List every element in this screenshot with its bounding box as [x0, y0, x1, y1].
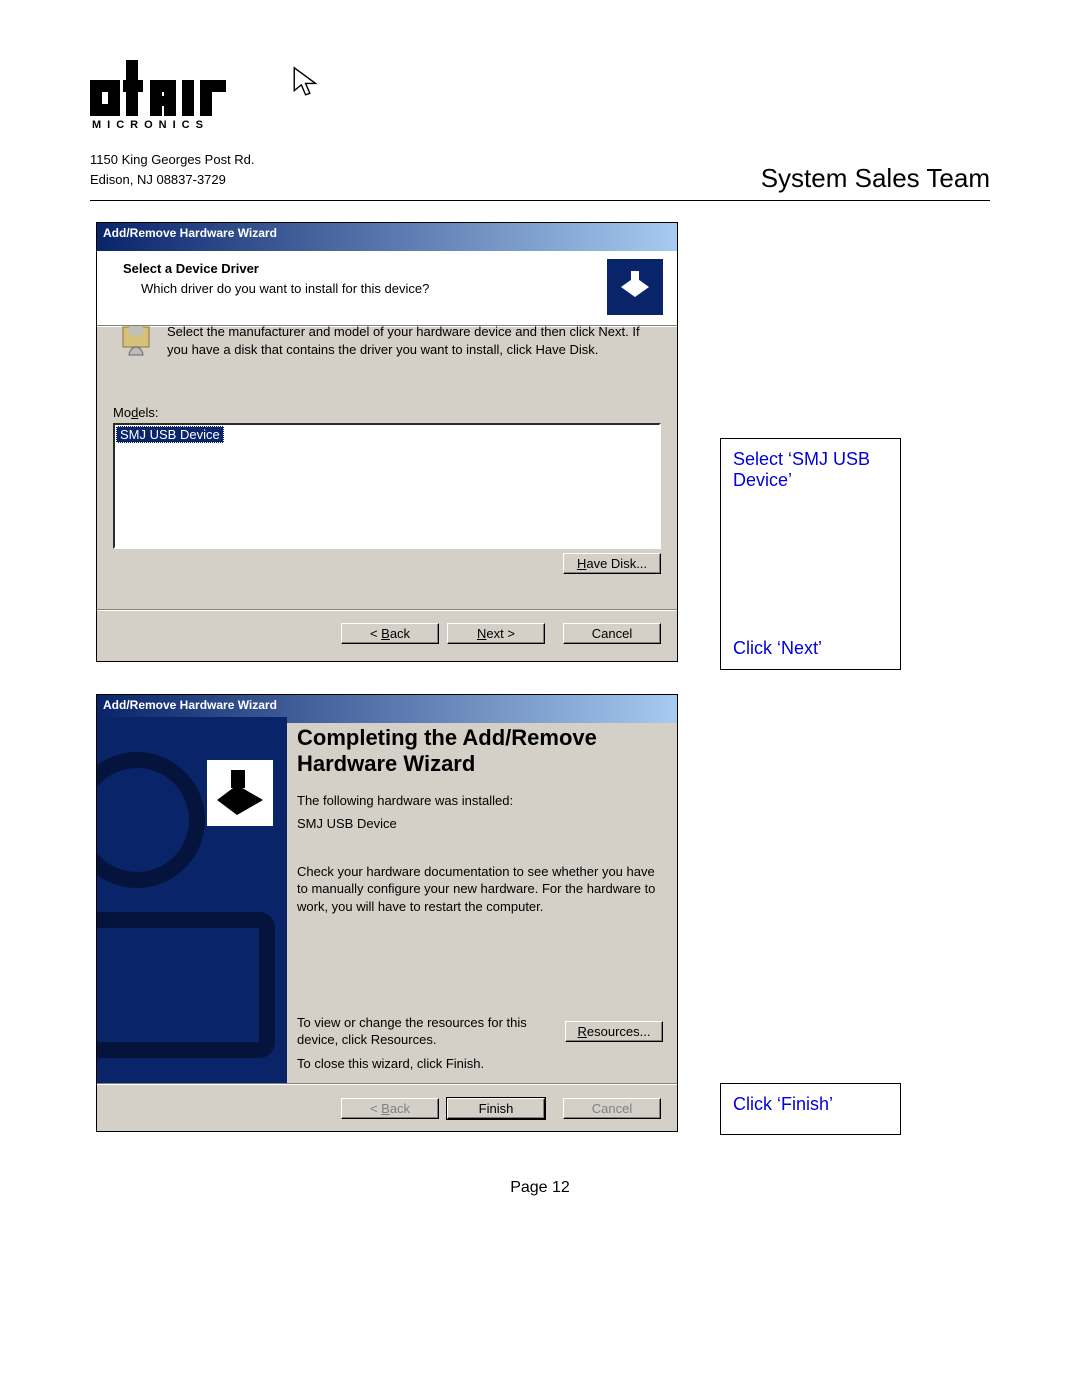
- diskette-icon: [119, 323, 153, 357]
- dialog-titlebar: Add/Remove Hardware Wizard: [97, 223, 677, 251]
- finish-button[interactable]: Finish: [447, 1098, 545, 1119]
- installed-device: SMJ USB Device: [297, 815, 663, 833]
- wizard-content: Completing the Add/Remove Hardware Wizar…: [297, 725, 663, 1083]
- department-title: System Sales Team: [761, 163, 990, 194]
- models-label: Models:: [113, 405, 159, 420]
- installed-label: The following hardware was installed:: [297, 792, 663, 810]
- resources-button[interactable]: Resources...: [565, 1021, 663, 1042]
- page-number: Page 12: [510, 1179, 570, 1196]
- annotation-callout-2: Click ‘Finish’: [720, 1083, 901, 1135]
- wizard-dialog-select-driver: Add/Remove Hardware Wizard Select a Devi…: [96, 222, 678, 662]
- brand-wordmark: MICRONICS: [90, 50, 290, 132]
- wizard-dialog-completing: Add/Remove Hardware Wizard Completing th…: [96, 694, 678, 1132]
- back-button[interactable]: < Back: [341, 1098, 439, 1119]
- have-disk-button[interactable]: Have Disk...: [563, 553, 661, 574]
- document-page: MICRONICS 1150 King Georges Post Rd. Edi…: [0, 0, 1080, 1397]
- models-listbox[interactable]: SMJ USB Device: [113, 423, 661, 549]
- address-line-1: 1150 King Georges Post Rd.: [90, 150, 255, 170]
- brand-logo: MICRONICS: [90, 50, 290, 132]
- page-header: MICRONICS 1150 King Georges Post Rd. Edi…: [90, 50, 990, 201]
- close-wizard-text: To close this wizard, click Finish.: [297, 1055, 484, 1073]
- page-footer: Page 12: [0, 1179, 1080, 1197]
- dialog-button-row: < Back Next > Cancel: [341, 623, 661, 644]
- company-address: 1150 King Georges Post Rd. Edison, NJ 08…: [90, 150, 255, 189]
- separator: [97, 609, 677, 611]
- back-button[interactable]: < Back: [341, 623, 439, 644]
- panel-title: Select a Device Driver: [123, 261, 259, 276]
- instruction-body: Select the manufacturer and model of you…: [167, 324, 640, 357]
- panel-subtitle: Which driver do you want to install for …: [141, 281, 429, 296]
- callout-line: Select ‘SMJ USB: [733, 449, 888, 470]
- completing-heading: Completing the Add/Remove Hardware Wizar…: [297, 725, 663, 778]
- annotation-callout-1: Select ‘SMJ USB Device’ Click ‘Next’: [720, 438, 901, 670]
- address-line-2: Edison, NJ 08837-3729: [90, 170, 255, 190]
- cursor-arrow-icon: [290, 65, 324, 107]
- resources-text: To view or change the resources for this…: [297, 1014, 553, 1049]
- cancel-button[interactable]: Cancel: [563, 1098, 661, 1119]
- next-button[interactable]: Next >: [447, 623, 545, 644]
- separator: [97, 1083, 677, 1085]
- dialog-header-panel: Select a Device Driver Which driver do y…: [97, 251, 677, 326]
- have-disk-button-wrap: Have Disk...: [563, 553, 661, 574]
- hardware-icon: [607, 259, 663, 315]
- instruction-text: Select the manufacturer and model of you…: [167, 323, 657, 358]
- svg-text:MICRONICS: MICRONICS: [92, 119, 209, 130]
- check-hardware-text: Check your hardware documentation to see…: [297, 863, 663, 916]
- cancel-button[interactable]: Cancel: [563, 623, 661, 644]
- list-item[interactable]: SMJ USB Device: [116, 426, 224, 443]
- callout-line: Click ‘Finish’: [733, 1094, 888, 1115]
- callout-line: Click ‘Next’: [733, 638, 822, 659]
- resources-row: To view or change the resources for this…: [297, 1014, 663, 1049]
- dialog-button-row: < Back Finish Cancel: [341, 1098, 661, 1119]
- wizard-side-graphic: [97, 717, 287, 1083]
- callout-line: Device’: [733, 470, 888, 491]
